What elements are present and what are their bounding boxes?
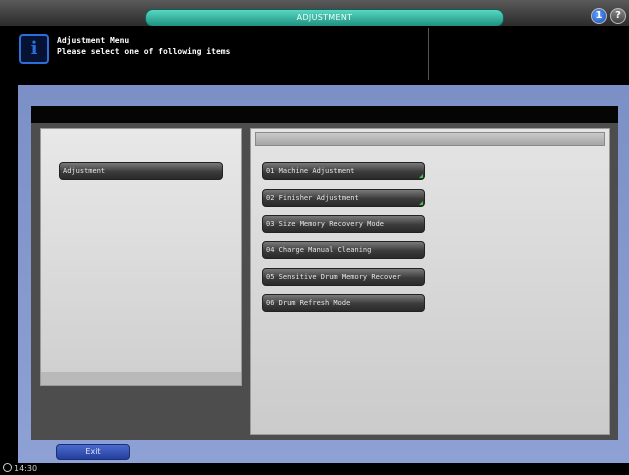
- info-icon: i: [19, 34, 49, 64]
- category-adjustment-button[interactable]: Adjustment: [59, 162, 223, 180]
- menu-item-label: 06 Drum Refresh Mode: [266, 299, 351, 307]
- drum-refresh-mode-button[interactable]: 06 Drum Refresh Mode: [262, 294, 425, 312]
- mode-icon[interactable]: 1: [591, 8, 607, 24]
- size-memory-recovery-button[interactable]: 03 Size Memory Recovery Mode: [262, 215, 425, 233]
- clock: 14:30: [3, 463, 37, 473]
- category-panel-footer: [41, 372, 241, 385]
- clock-time: 14:30: [14, 464, 38, 473]
- message-instruction: Please select one of following items: [57, 47, 231, 56]
- menu-item-label: 05 Sensitive Drum Memory Recover: [266, 273, 401, 281]
- help-icon[interactable]: ?: [610, 8, 626, 24]
- clock-icon: [3, 463, 12, 472]
- submenu-indicator-icon: [419, 201, 423, 205]
- submenu-indicator-icon: [419, 174, 423, 178]
- message-divider: [428, 28, 429, 80]
- menu-item-label: 02 Finisher Adjustment: [266, 194, 359, 202]
- sensitive-drum-memory-recover-button[interactable]: 05 Sensitive Drum Memory Recover: [262, 268, 425, 286]
- content-header-strip: [31, 106, 618, 123]
- charge-manual-cleaning-button[interactable]: 04 Charge Manual Cleaning: [262, 241, 425, 259]
- menu-panel-header: [255, 132, 605, 146]
- message-title: Adjustment Menu: [57, 36, 130, 45]
- category-adjustment-label: Adjustment: [63, 167, 106, 175]
- exit-button[interactable]: Exit: [56, 444, 130, 460]
- finisher-adjustment-button[interactable]: 02 Finisher Adjustment: [262, 189, 425, 207]
- menu-item-label: 04 Charge Manual Cleaning: [266, 246, 372, 254]
- menu-item-label: 03 Size Memory Recovery Mode: [266, 220, 385, 228]
- menu-item-label: 01 Machine Adjustment: [266, 167, 355, 175]
- machine-adjustment-button[interactable]: 01 Machine Adjustment: [262, 162, 425, 180]
- screen-title: ADJUSTMENT: [145, 9, 504, 27]
